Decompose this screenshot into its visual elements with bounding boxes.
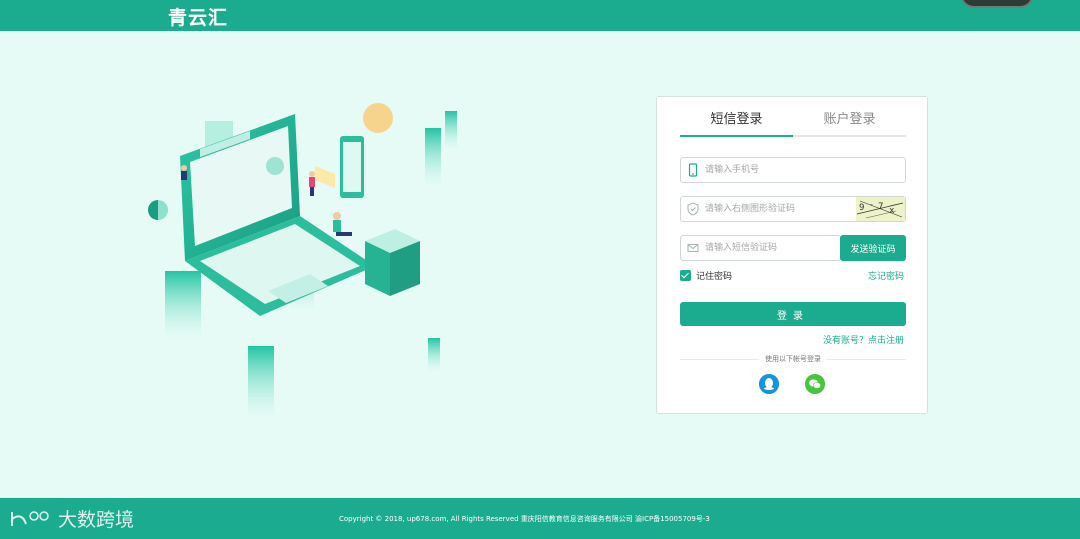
phone-field [680,157,906,183]
login-tabs: 短信登录 账户登录 [680,109,906,137]
phone-input[interactable] [705,161,895,179]
tab-account-login[interactable]: 账户登录 [793,109,906,131]
brand-logo[interactable]: 青云汇 [168,3,228,30]
remember-checkbox[interactable] [680,269,691,281]
phone-icon [688,163,698,177]
footer: 大数跨境 Copyright © 2018, up678.com, All Ri… [0,498,1080,539]
remember-label: 记住密码 [696,271,733,282]
tab-sms-login[interactable]: 短信登录 [680,109,793,137]
hero-illustration [148,103,457,421]
forgot-password-link[interactable]: 忘记密码 [868,269,904,282]
top-bar: 青云汇 [0,0,1080,31]
remember-password[interactable]: 记住密码 [680,269,733,282]
svg-text:9: 9 [859,203,864,213]
envelope-icon [687,244,699,252]
watermark-logo-icon [11,510,49,526]
qq-icon[interactable] [759,374,779,394]
captcha-input[interactable] [705,200,845,218]
copyright-text: Copyright © 2018, up678.com, All Rights … [339,515,710,523]
sms-code-input[interactable] [705,239,835,257]
sms-code-field [680,235,841,261]
login-button[interactable]: 登录 [680,302,906,326]
alt-login-label: 使用以下帐号登录 [657,354,929,364]
watermark-text: 大数跨境 [58,509,135,531]
register-link[interactable]: 没有账号？点击注册 [823,333,904,346]
login-card: 短信登录 账户登录 9 - 7 x 发送验证码 记住密码 [656,96,928,414]
send-sms-button[interactable]: 发送验证码 [840,235,906,261]
shield-icon [687,202,699,216]
watermark: 大数跨境 [8,505,134,532]
svg-text:x: x [889,206,895,216]
wechat-icon[interactable] [805,374,825,394]
captcha-image[interactable]: 9 - 7 x [856,197,905,221]
svg-text:7: 7 [878,202,883,212]
device-decoration [960,0,1034,8]
